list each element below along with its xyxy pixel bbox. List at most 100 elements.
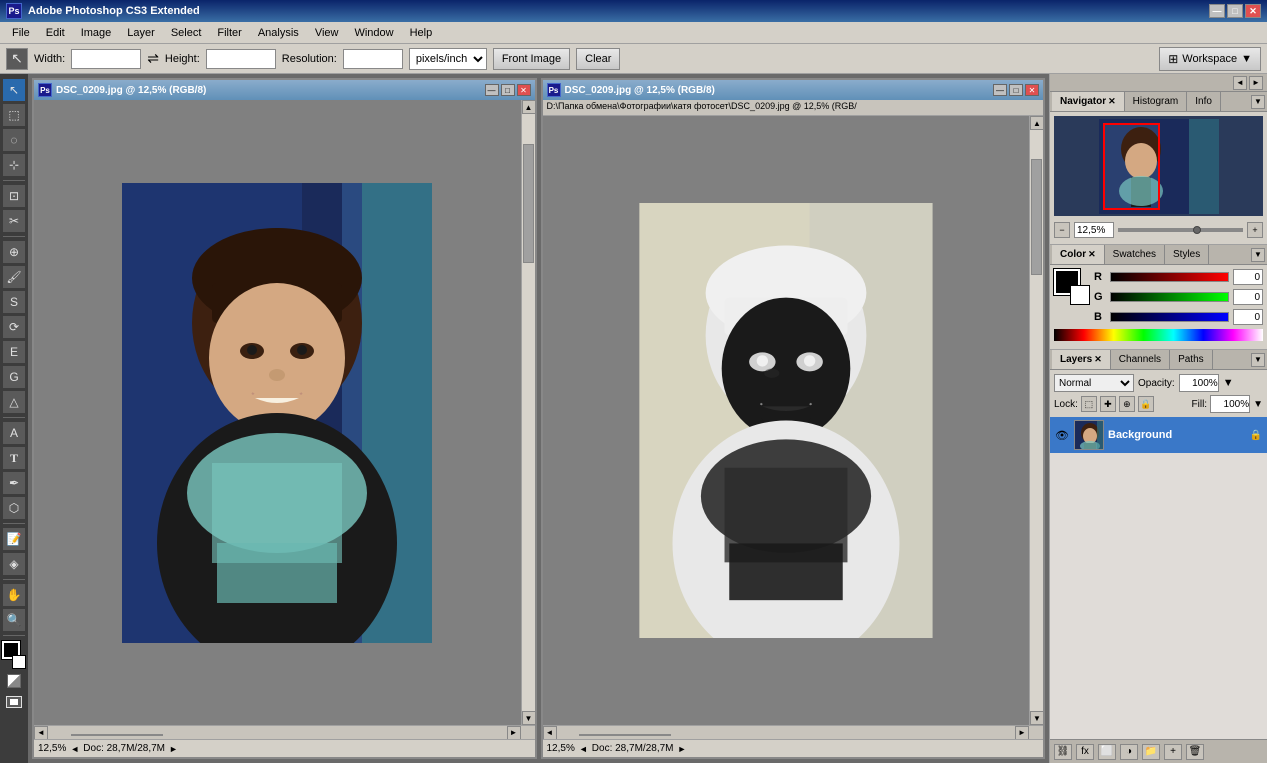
menu-item-view[interactable]: View <box>307 25 347 41</box>
close-button[interactable]: ✕ <box>1245 4 1261 18</box>
navigator-tab-close[interactable]: ✕ <box>1108 96 1116 107</box>
blue-slider[interactable] <box>1110 312 1229 322</box>
menu-item-layer[interactable]: Layer <box>119 25 163 41</box>
fill-arrow[interactable]: ▼ <box>1253 399 1263 410</box>
b-input[interactable] <box>1233 309 1263 325</box>
quick-mask-btn[interactable] <box>5 672 23 690</box>
layer-fx-btn[interactable]: fx <box>1076 744 1094 760</box>
slice-tool[interactable]: ✂ <box>2 209 26 233</box>
lasso-tool[interactable]: ◌ <box>2 128 26 152</box>
shape-tool[interactable]: ⬡ <box>2 496 26 520</box>
green-slider[interactable] <box>1110 292 1229 302</box>
layer-mask-btn[interactable]: ⬜ <box>1098 744 1116 760</box>
doc2-scroll-left[interactable]: ◄ <box>543 726 557 740</box>
doc2-scroll-right[interactable]: ► <box>1015 726 1029 740</box>
tab-swatches[interactable]: Swatches <box>1105 245 1165 264</box>
zoom-tool[interactable]: 🔍 <box>2 608 26 632</box>
magic-wand-tool[interactable]: ⊹ <box>2 153 26 177</box>
swap-icon[interactable]: ⇌ <box>147 50 159 67</box>
menu-item-filter[interactable]: Filter <box>209 25 249 41</box>
tab-color[interactable]: Color ✕ <box>1052 245 1105 264</box>
menu-item-file[interactable]: File <box>4 25 38 41</box>
move-tool[interactable]: ↖ <box>2 78 26 102</box>
panel-collapse-btn[interactable]: ◄ <box>1233 76 1247 90</box>
doc2-scroll-left-btn[interactable]: ◄ <box>579 744 588 754</box>
doc2-scroll-down[interactable]: ▼ <box>1030 711 1043 725</box>
layer-new-btn[interactable]: + <box>1164 744 1182 760</box>
tab-paths[interactable]: Paths <box>1170 350 1213 369</box>
doc1-scroll-up[interactable]: ▲ <box>522 100 535 114</box>
menu-item-analysis[interactable]: Analysis <box>250 25 307 41</box>
tab-info[interactable]: Info <box>1187 92 1221 111</box>
layers-options-btn[interactable]: ▼ <box>1251 353 1265 367</box>
color-options-btn[interactable]: ▼ <box>1251 248 1265 262</box>
menu-item-help[interactable]: Help <box>402 25 441 41</box>
navigator-options-btn[interactable]: ▼ <box>1251 95 1265 109</box>
doc1-scroll-right-btn[interactable]: ► <box>169 744 178 754</box>
layer-visibility-toggle[interactable]: 👁 <box>1054 427 1070 443</box>
tab-styles[interactable]: Styles <box>1165 245 1209 264</box>
layer-group-btn[interactable]: 📁 <box>1142 744 1160 760</box>
pen-tool[interactable]: ✒ <box>2 471 26 495</box>
menu-item-image[interactable]: Image <box>73 25 120 41</box>
brush-tool[interactable]: 🖌 <box>2 265 26 289</box>
background-swatch[interactable] <box>1070 285 1090 305</box>
zoom-in-btn[interactable]: + <box>1247 222 1263 238</box>
hand-tool[interactable]: ✋ <box>2 583 26 607</box>
workspace-button[interactable]: ⊞ Workspace ▼ <box>1159 47 1261 71</box>
layer-row-background[interactable]: 👁 Background 🔒 <box>1050 417 1267 453</box>
tab-histogram[interactable]: Histogram <box>1125 92 1188 111</box>
healing-brush-tool[interactable]: ⊕ <box>2 240 26 264</box>
menu-item-window[interactable]: Window <box>346 25 401 41</box>
screen-mode-btn[interactable] <box>3 693 25 711</box>
history-brush-tool[interactable]: ⟳ <box>2 315 26 339</box>
lock-all-btn[interactable]: ⊕ <box>1119 396 1135 412</box>
minimize-button[interactable]: — <box>1209 4 1225 18</box>
zoom-slider-handle[interactable] <box>1193 226 1201 234</box>
doc2-hscroll[interactable]: ◄ ► <box>543 725 1044 739</box>
clear-button[interactable]: Clear <box>576 48 620 70</box>
crop-tool[interactable]: ⊡ <box>2 184 26 208</box>
type-tool[interactable]: T <box>2 446 26 470</box>
zoom-slider[interactable] <box>1118 228 1243 232</box>
color-tab-close[interactable]: ✕ <box>1088 249 1096 260</box>
opacity-arrow[interactable]: ▼ <box>1223 377 1234 389</box>
doc1-scroll-left[interactable]: ◄ <box>34 726 48 740</box>
g-input[interactable] <box>1233 289 1263 305</box>
maximize-button[interactable]: □ <box>1227 4 1243 18</box>
doc1-content[interactable] <box>34 100 521 725</box>
doc1-scroll-left-btn[interactable]: ◄ <box>70 744 79 754</box>
doc2-close[interactable]: ✕ <box>1025 84 1039 96</box>
doc1-close[interactable]: ✕ <box>517 84 531 96</box>
lock-pixels-btn[interactable]: ⬚ <box>1081 396 1097 412</box>
menu-item-edit[interactable]: Edit <box>38 25 73 41</box>
width-input[interactable] <box>71 49 141 69</box>
marquee-tool[interactable]: ⬚ <box>2 103 26 127</box>
color-spectrum-bar[interactable] <box>1054 329 1263 341</box>
eyedropper-tool[interactable]: ◈ <box>2 552 26 576</box>
resolution-input[interactable] <box>343 49 403 69</box>
doc1-scroll-down[interactable]: ▼ <box>522 711 535 725</box>
lock-transparent-btn[interactable]: 🔒 <box>1138 396 1154 412</box>
doc1-vscroll[interactable]: ▲ ▼ <box>521 100 535 725</box>
tool-preset-picker[interactable]: ↖ <box>6 48 28 70</box>
background-color[interactable] <box>12 655 26 669</box>
doc2-minimize[interactable]: — <box>993 84 1007 96</box>
eraser-tool[interactable]: E <box>2 340 26 364</box>
red-slider[interactable] <box>1110 272 1229 282</box>
zoom-input[interactable] <box>1074 222 1114 238</box>
layers-tab-close[interactable]: ✕ <box>1094 354 1102 365</box>
tab-navigator[interactable]: Navigator ✕ <box>1052 92 1125 111</box>
menu-item-select[interactable]: Select <box>163 25 210 41</box>
doc1-maximize[interactable]: □ <box>501 84 515 96</box>
resolution-unit-select[interactable]: pixels/inch <box>409 48 487 70</box>
layer-delete-btn[interactable]: 🗑 <box>1186 744 1204 760</box>
nav-preview[interactable] <box>1054 116 1263 216</box>
doc2-scroll-right-btn[interactable]: ► <box>678 744 687 754</box>
layer-link-btn[interactable]: ⛓ <box>1054 744 1072 760</box>
doc1-scroll-right[interactable]: ► <box>507 726 521 740</box>
layer-adjustment-btn[interactable]: ◑ <box>1120 744 1138 760</box>
doc2-content[interactable] <box>543 116 1030 725</box>
path-tool[interactable]: A <box>2 421 26 445</box>
lock-position-btn[interactable]: ✚ <box>1100 396 1116 412</box>
